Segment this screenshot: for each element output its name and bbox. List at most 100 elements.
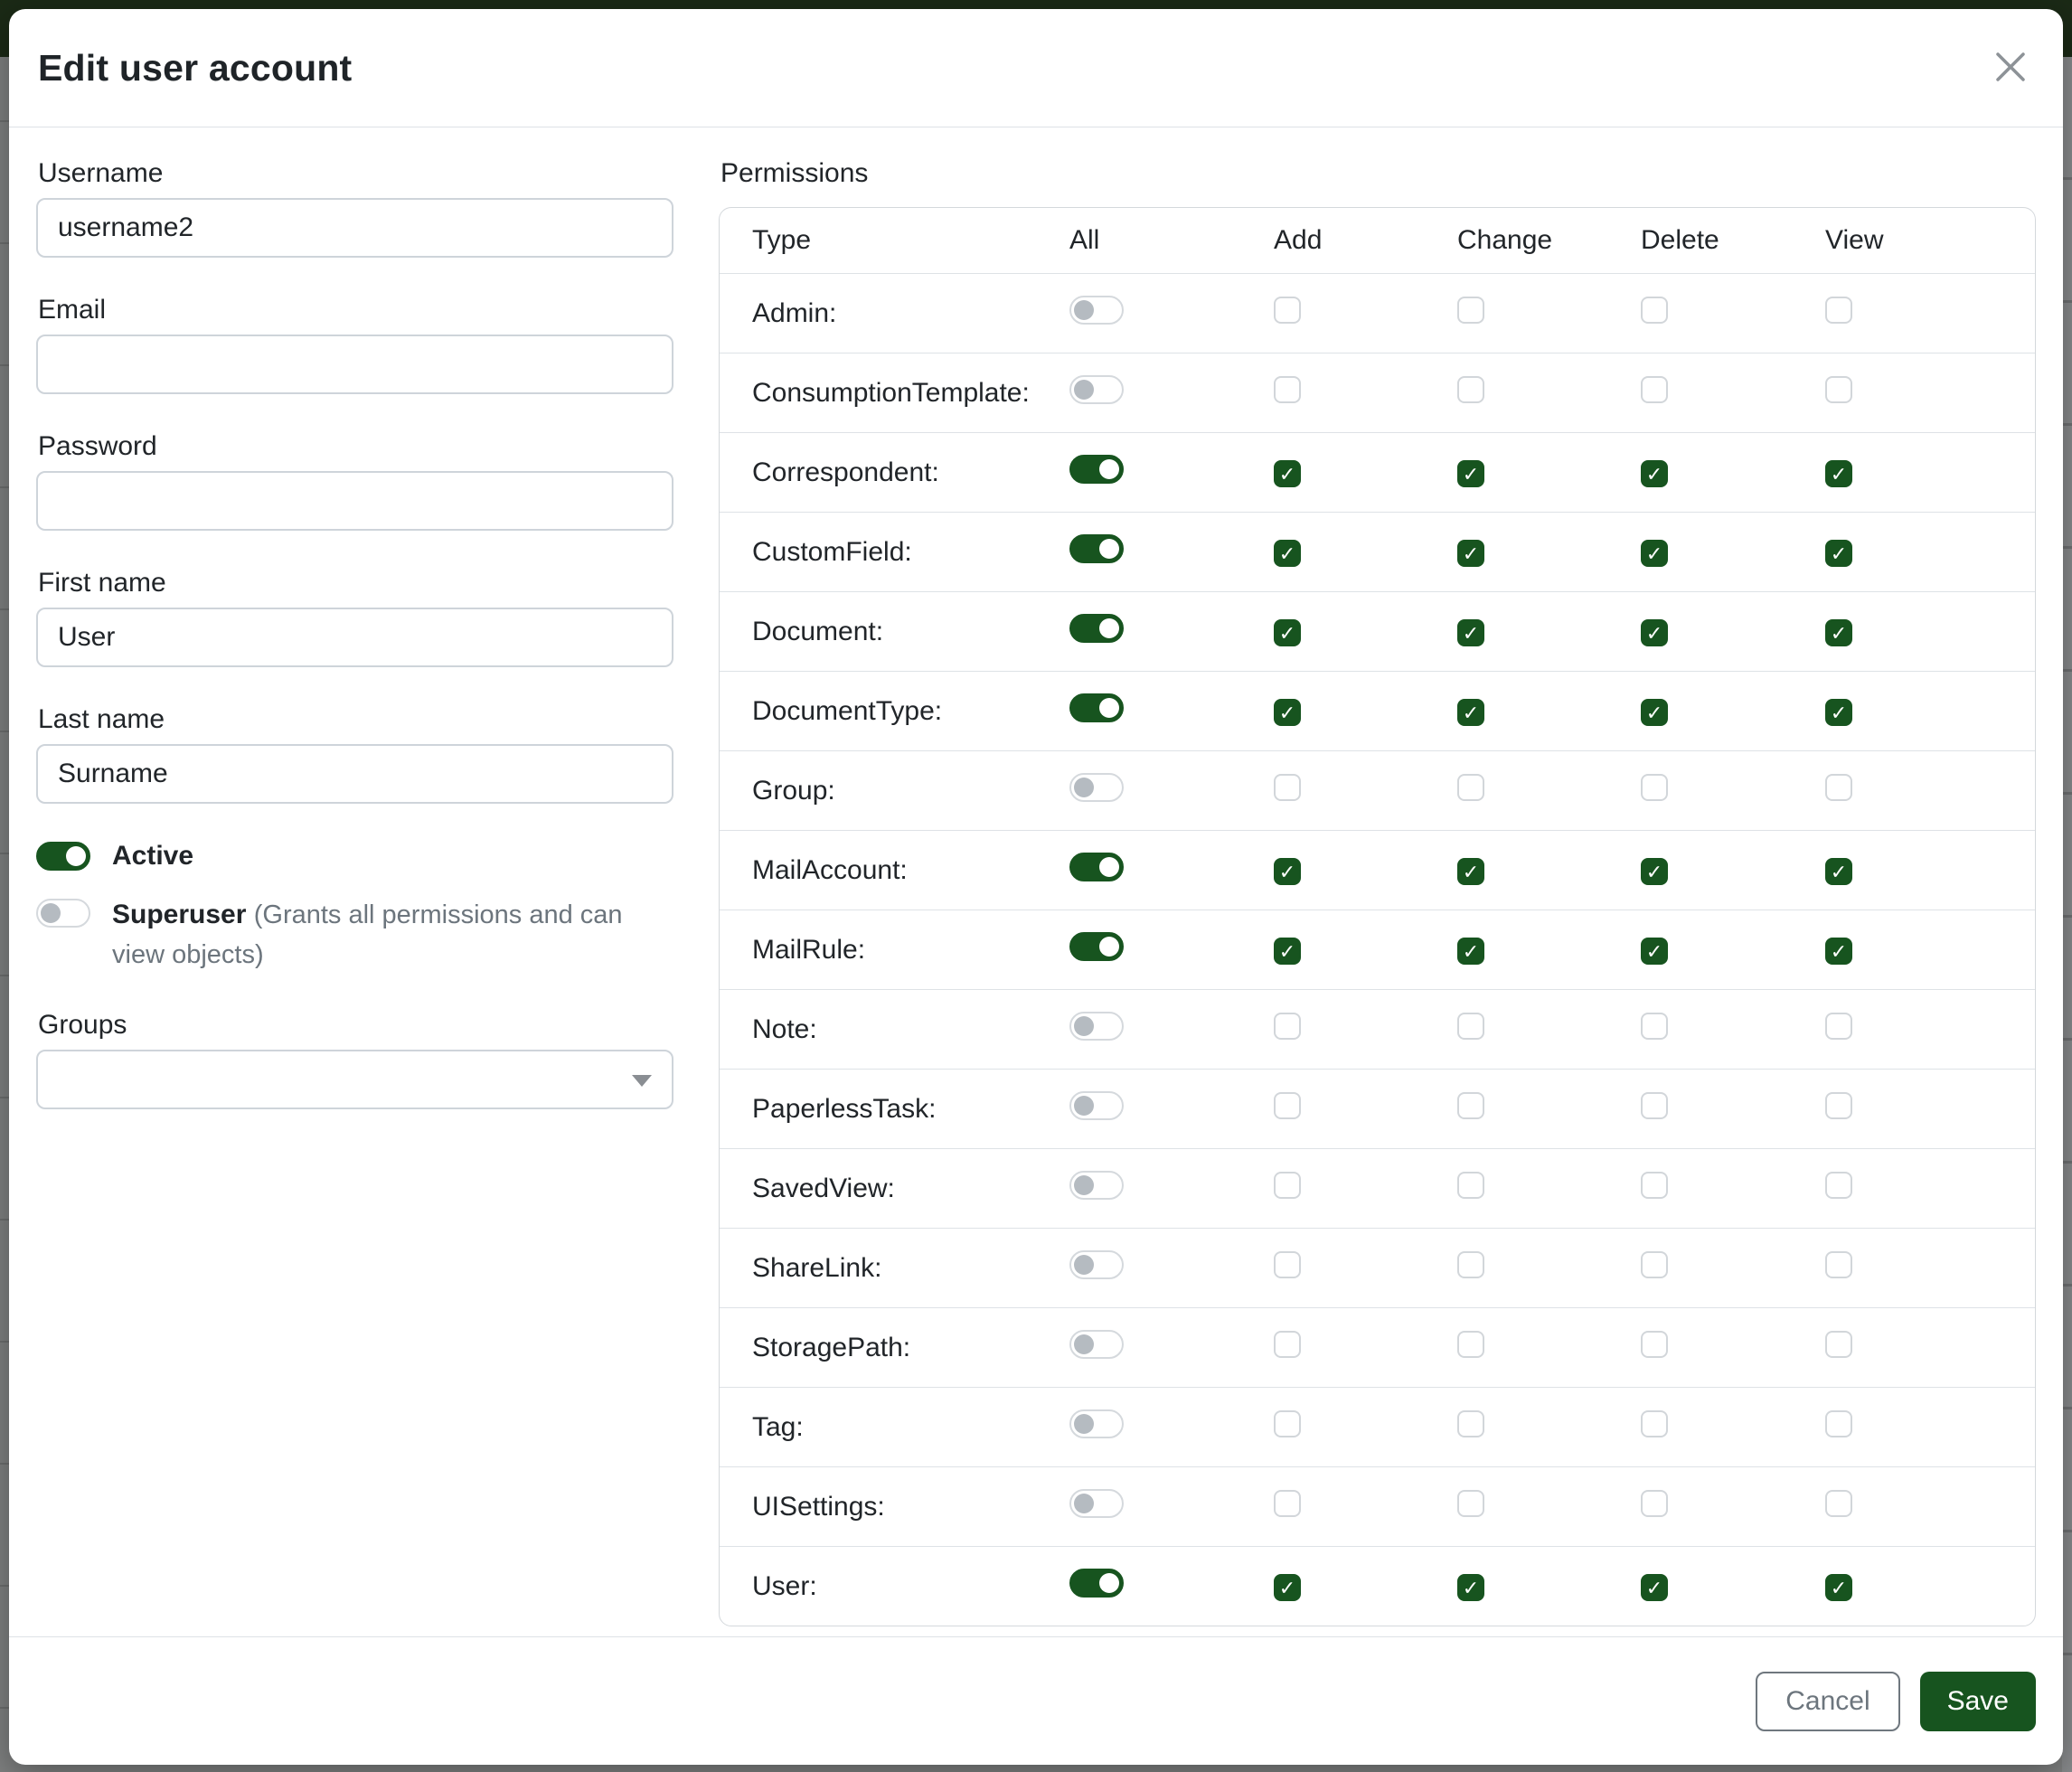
- permission-delete-checkbox[interactable]: [1641, 1574, 1668, 1601]
- permission-change-checkbox[interactable]: [1457, 1251, 1484, 1278]
- groups-select[interactable]: [36, 1050, 673, 1109]
- superuser-toggle[interactable]: [36, 899, 90, 928]
- permission-add-checkbox[interactable]: [1274, 1490, 1301, 1517]
- permission-add-checkbox[interactable]: [1274, 1410, 1301, 1437]
- permission-add-checkbox[interactable]: [1274, 858, 1301, 885]
- permission-delete-checkbox[interactable]: [1641, 1013, 1668, 1040]
- close-button[interactable]: [1985, 42, 2036, 93]
- active-toggle[interactable]: [36, 842, 90, 871]
- permission-view-checkbox[interactable]: [1825, 1410, 1852, 1437]
- permission-view-checkbox[interactable]: [1825, 297, 1852, 324]
- permission-add-checkbox[interactable]: [1274, 699, 1301, 726]
- permission-change-checkbox[interactable]: [1457, 699, 1484, 726]
- permission-view-checkbox[interactable]: [1825, 540, 1852, 567]
- permission-delete-checkbox[interactable]: [1641, 1092, 1668, 1119]
- permission-delete-checkbox[interactable]: [1641, 1410, 1668, 1437]
- permission-change-checkbox[interactable]: [1457, 1490, 1484, 1517]
- permission-all-toggle[interactable]: [1069, 1091, 1124, 1120]
- permission-delete-checkbox[interactable]: [1641, 938, 1668, 965]
- permission-change-checkbox[interactable]: [1457, 376, 1484, 403]
- permission-view-checkbox[interactable]: [1825, 619, 1852, 646]
- permission-delete-checkbox[interactable]: [1641, 297, 1668, 324]
- permission-view-checkbox[interactable]: [1825, 460, 1852, 487]
- permission-view-checkbox[interactable]: [1825, 699, 1852, 726]
- permission-change-checkbox[interactable]: [1457, 540, 1484, 567]
- permission-all-toggle[interactable]: [1069, 693, 1124, 722]
- permission-view-checkbox[interactable]: [1825, 376, 1852, 403]
- permission-add-checkbox[interactable]: [1274, 938, 1301, 965]
- last-name-label: Last name: [38, 704, 673, 735]
- permission-all-toggle[interactable]: [1069, 296, 1124, 325]
- permission-delete-checkbox[interactable]: [1641, 858, 1668, 885]
- permission-delete-checkbox[interactable]: [1641, 1331, 1668, 1358]
- permission-add-checkbox[interactable]: [1274, 1092, 1301, 1119]
- permission-all-toggle[interactable]: [1069, 1171, 1124, 1200]
- permission-row: StoragePath:: [720, 1308, 2035, 1388]
- permission-change-checkbox[interactable]: [1457, 1574, 1484, 1601]
- first-name-input[interactable]: [36, 608, 673, 667]
- permission-change-checkbox[interactable]: [1457, 1092, 1484, 1119]
- permission-delete-checkbox[interactable]: [1641, 1172, 1668, 1199]
- permission-all-toggle[interactable]: [1069, 375, 1124, 404]
- permission-view-checkbox[interactable]: [1825, 1172, 1852, 1199]
- permission-add-checkbox[interactable]: [1274, 1013, 1301, 1040]
- first-name-label: First name: [38, 568, 673, 599]
- last-name-input[interactable]: [36, 744, 673, 804]
- permission-delete-checkbox[interactable]: [1641, 1251, 1668, 1278]
- permission-view-checkbox[interactable]: [1825, 774, 1852, 801]
- permission-view-checkbox[interactable]: [1825, 1331, 1852, 1358]
- permission-all-toggle[interactable]: [1069, 1012, 1124, 1041]
- save-button[interactable]: Save: [1920, 1672, 2036, 1731]
- permission-change-checkbox[interactable]: [1457, 297, 1484, 324]
- permission-all-toggle[interactable]: [1069, 534, 1124, 563]
- permission-all-toggle[interactable]: [1069, 932, 1124, 961]
- permission-delete-checkbox[interactable]: [1641, 699, 1668, 726]
- permission-change-checkbox[interactable]: [1457, 774, 1484, 801]
- password-input[interactable]: [36, 471, 673, 531]
- cancel-button[interactable]: Cancel: [1756, 1672, 1899, 1731]
- permission-view-checkbox[interactable]: [1825, 1490, 1852, 1517]
- permission-delete-checkbox[interactable]: [1641, 540, 1668, 567]
- permission-add-checkbox[interactable]: [1274, 376, 1301, 403]
- permission-add-checkbox[interactable]: [1274, 1574, 1301, 1601]
- permission-all-toggle[interactable]: [1069, 773, 1124, 802]
- permission-change-checkbox[interactable]: [1457, 1013, 1484, 1040]
- page-scrollbar[interactable]: [2062, 57, 2072, 1772]
- permission-all-toggle[interactable]: [1069, 1250, 1124, 1279]
- permission-delete-checkbox[interactable]: [1641, 1490, 1668, 1517]
- permission-add-checkbox[interactable]: [1274, 1172, 1301, 1199]
- permission-all-toggle[interactable]: [1069, 1489, 1124, 1518]
- permission-add-checkbox[interactable]: [1274, 774, 1301, 801]
- permission-all-toggle[interactable]: [1069, 1569, 1124, 1598]
- permission-change-checkbox[interactable]: [1457, 1331, 1484, 1358]
- permission-add-checkbox[interactable]: [1274, 619, 1301, 646]
- permission-delete-checkbox[interactable]: [1641, 460, 1668, 487]
- permission-all-toggle[interactable]: [1069, 455, 1124, 484]
- permission-view-checkbox[interactable]: [1825, 1013, 1852, 1040]
- permission-view-checkbox[interactable]: [1825, 1574, 1852, 1601]
- permission-all-toggle[interactable]: [1069, 853, 1124, 881]
- permission-delete-checkbox[interactable]: [1641, 376, 1668, 403]
- permission-all-toggle[interactable]: [1069, 614, 1124, 643]
- permission-view-checkbox[interactable]: [1825, 1251, 1852, 1278]
- permission-change-checkbox[interactable]: [1457, 460, 1484, 487]
- permission-add-checkbox[interactable]: [1274, 540, 1301, 567]
- email-input[interactable]: [36, 335, 673, 394]
- permission-change-checkbox[interactable]: [1457, 858, 1484, 885]
- permission-change-checkbox[interactable]: [1457, 619, 1484, 646]
- permission-add-checkbox[interactable]: [1274, 1251, 1301, 1278]
- permission-all-toggle[interactable]: [1069, 1330, 1124, 1359]
- permission-delete-checkbox[interactable]: [1641, 774, 1668, 801]
- permission-view-checkbox[interactable]: [1825, 938, 1852, 965]
- permission-view-checkbox[interactable]: [1825, 858, 1852, 885]
- permission-change-checkbox[interactable]: [1457, 1410, 1484, 1437]
- permission-delete-checkbox[interactable]: [1641, 619, 1668, 646]
- permission-add-checkbox[interactable]: [1274, 297, 1301, 324]
- permission-change-checkbox[interactable]: [1457, 1172, 1484, 1199]
- permission-add-checkbox[interactable]: [1274, 460, 1301, 487]
- permission-view-checkbox[interactable]: [1825, 1092, 1852, 1119]
- permission-all-toggle[interactable]: [1069, 1409, 1124, 1438]
- username-input[interactable]: [36, 198, 673, 258]
- permission-add-checkbox[interactable]: [1274, 1331, 1301, 1358]
- permission-change-checkbox[interactable]: [1457, 938, 1484, 965]
